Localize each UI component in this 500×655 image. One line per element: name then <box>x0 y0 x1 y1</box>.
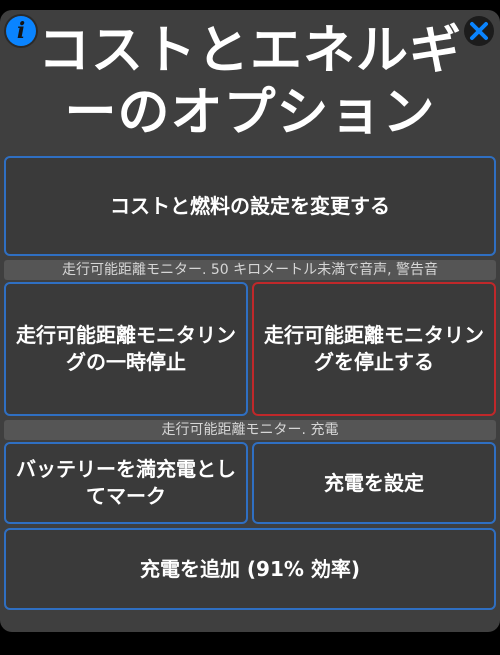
range-monitor-charging-section-header: 走行可能距離モニター. 充電 <box>4 420 496 440</box>
mark-battery-fully-charged-label: バッテリーを満充電としてマーク <box>16 457 236 508</box>
add-charge-button[interactable]: 充電を追加 (91% 効率) <box>4 528 496 610</box>
page-title-line-2: ーのオプション <box>64 83 436 143</box>
pause-range-monitoring-label: 走行可能距離モニタリングの一時停止 <box>16 323 236 374</box>
range-monitor-warning-section-header: 走行可能距離モニター. 50 キロメートル未満で音声, 警告音 <box>4 260 496 280</box>
page-title-line-1: コストとエネルギ <box>37 21 462 81</box>
stop-range-monitoring-label: 走行可能距離モニタリングを停止する <box>264 323 484 374</box>
set-charge-button[interactable]: 充電を設定 <box>252 442 496 524</box>
stop-range-monitoring-button[interactable]: 走行可能距離モニタリングを停止する <box>252 282 496 416</box>
change-cost-fuel-settings-button[interactable]: コストと燃料の設定を変更する <box>4 156 496 256</box>
mark-battery-fully-charged-button[interactable]: バッテリーを満充電としてマーク <box>4 442 248 524</box>
cost-energy-options-dialog: i コストとエネルギ ーのオプション コストと燃料の設定を変更する 走行可能距離… <box>0 10 500 632</box>
pause-range-monitoring-button[interactable]: 走行可能距離モニタリングの一時停止 <box>4 282 248 416</box>
page-title: コストとエネルギ ーのオプション <box>0 20 500 144</box>
change-cost-fuel-settings-label: コストと燃料の設定を変更する <box>110 193 390 218</box>
set-charge-label: 充電を設定 <box>324 470 424 495</box>
add-charge-label: 充電を追加 (91% 効率) <box>139 556 361 581</box>
